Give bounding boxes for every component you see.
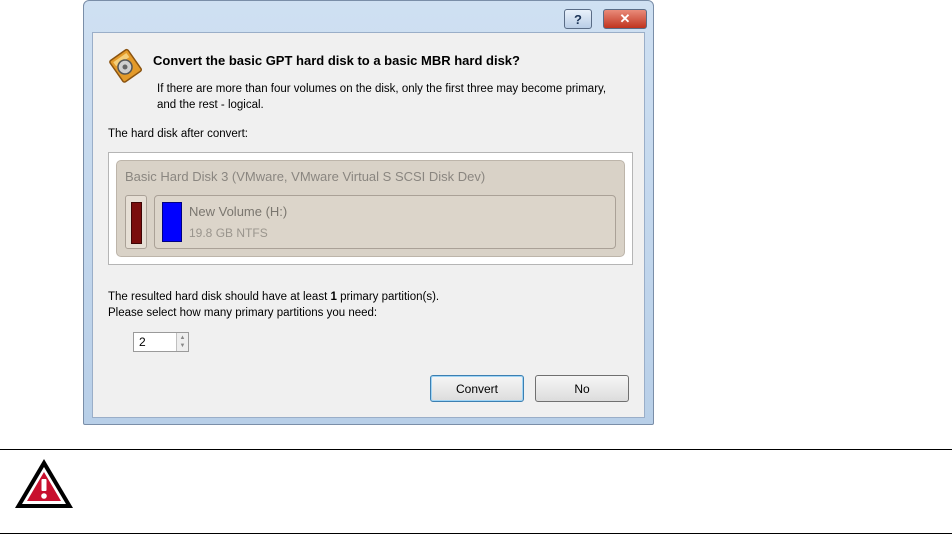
spin-down-icon[interactable]: ▼ — [180, 342, 186, 350]
volume-block: New Volume (H:) 19.8 GB NTFS — [154, 195, 616, 249]
dialog-description: If there are more than four volumes on t… — [157, 83, 607, 111]
note-suffix: primary partition(s). — [336, 291, 440, 303]
select-prompt: Please select how many primary partition… — [108, 307, 378, 319]
convert-dialog: ? ✕ Convert the basic GPT hard disk to a… — [83, 0, 654, 425]
volume-color-swatch — [162, 202, 182, 242]
partition-note: The resulted hard disk should have at le… — [108, 289, 439, 321]
after-convert-label: The hard disk after convert: — [108, 128, 248, 140]
spinner-arrows[interactable]: ▲ ▼ — [176, 333, 188, 351]
volume-name: New Volume (H:) — [189, 204, 288, 219]
warning-bottom-rule — [0, 533, 952, 534]
volume-size: 19.8 GB NTFS — [189, 226, 268, 240]
help-button[interactable]: ? — [564, 9, 592, 29]
system-partition-block — [125, 195, 147, 249]
system-partition-bar — [131, 202, 142, 244]
spin-up-icon[interactable]: ▲ — [180, 334, 186, 342]
close-button[interactable]: ✕ — [603, 9, 647, 29]
disk-title: Basic Hard Disk 3 (VMware, VMware Virtua… — [125, 169, 486, 184]
disk-convert-icon — [109, 48, 143, 83]
hard-disk-map: Basic Hard Disk 3 (VMware, VMware Virtua… — [116, 160, 625, 257]
warning-triangle-icon — [15, 459, 73, 508]
convert-button[interactable]: Convert — [430, 375, 524, 402]
spinner-value[interactable]: 2 — [139, 335, 146, 349]
no-button[interactable]: No — [535, 375, 629, 402]
note-prefix: The resulted hard disk should have at le… — [108, 291, 331, 303]
disk-preview-panel: Basic Hard Disk 3 (VMware, VMware Virtua… — [108, 152, 633, 265]
dialog-heading: Convert the basic GPT hard disk to a bas… — [153, 53, 520, 68]
dialog-body: Convert the basic GPT hard disk to a bas… — [92, 32, 645, 418]
primary-partitions-spinner[interactable]: 2 ▲ ▼ — [133, 332, 189, 352]
dialog-titlebar: ? ✕ — [84, 1, 653, 29]
warning-top-rule — [0, 449, 952, 450]
